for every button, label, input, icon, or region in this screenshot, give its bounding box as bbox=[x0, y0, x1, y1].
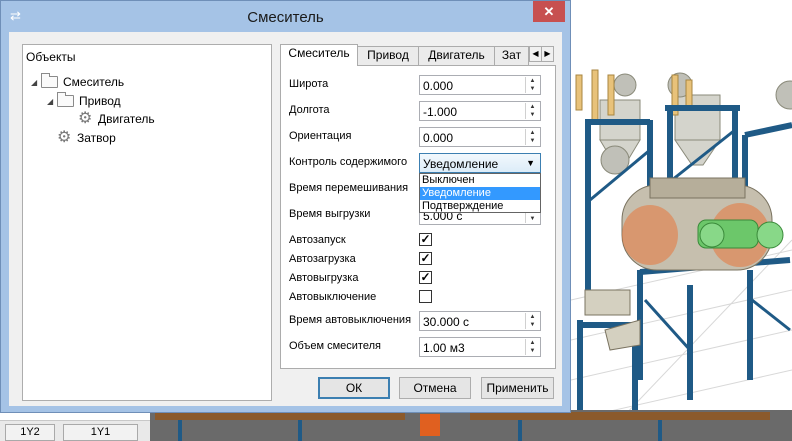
tab-mixer[interactable]: Смеситель bbox=[280, 44, 358, 66]
tree-item-label: Затвор bbox=[77, 131, 116, 145]
orientation-value: 0.000 bbox=[423, 131, 454, 145]
tree-header: Объекты bbox=[26, 50, 76, 64]
tree-item-label: Смеситель bbox=[63, 75, 125, 89]
mixer-volume-label: Объем смесителя bbox=[289, 340, 381, 352]
chevron-down-icon[interactable]: ▼ bbox=[526, 158, 535, 168]
mixer-dialog: ⇄ Смеситель ✕ Объекты ◢ Смеситель ◢ Прив… bbox=[0, 0, 571, 413]
autostart-checkbox[interactable]: ✓ bbox=[419, 233, 432, 246]
tab-scroll-right-icon[interactable]: ▶ bbox=[541, 46, 554, 62]
spin-arrows-icon[interactable]: ▲▼ bbox=[525, 77, 539, 93]
autoload-label: Автозагрузка bbox=[289, 253, 356, 265]
bottom-tab-1y2[interactable]: 1Y2 bbox=[5, 424, 55, 441]
cancel-button[interactable]: Отмена bbox=[399, 377, 471, 399]
expand-icon[interactable]: ◢ bbox=[47, 97, 57, 106]
spin-arrows-icon[interactable]: ▲▼ bbox=[525, 103, 539, 119]
folder-icon bbox=[41, 73, 58, 88]
gear-icon: ⚙ bbox=[57, 129, 72, 146]
autooff-time-field[interactable]: 30.000 с ▲ ▼ bbox=[419, 311, 541, 331]
dropdown-option-selected[interactable]: Уведомление bbox=[420, 187, 540, 200]
orientation-field[interactable]: 0.000 ▲ ▼ bbox=[419, 127, 541, 147]
mix-time-label: Время перемешивания bbox=[289, 182, 409, 194]
autounload-checkbox[interactable]: ✓ bbox=[419, 271, 432, 284]
gear-icon: ⚙ bbox=[78, 110, 93, 127]
latitude-value: 0.000 bbox=[423, 79, 454, 93]
tree-item-label: Двигатель bbox=[98, 112, 155, 126]
autoload-checkbox[interactable]: ✓ bbox=[419, 252, 432, 265]
autooff-time-value: 30.000 с bbox=[423, 315, 470, 329]
dialog-title: Смеситель bbox=[247, 9, 324, 26]
content-control-value: Уведомление bbox=[423, 157, 499, 171]
tab-shutter[interactable]: Зат bbox=[494, 46, 529, 65]
expand-icon[interactable]: ◢ bbox=[31, 78, 41, 87]
autooff-label: Автовыключение bbox=[289, 291, 377, 303]
tab-strip: Смеситель Привод Двигатель Зат ◀ ▶ bbox=[280, 44, 556, 66]
orientation-label: Ориентация bbox=[289, 130, 352, 142]
autostart-label: Автозапуск bbox=[289, 234, 346, 246]
object-tree[interactable]: Объекты ◢ Смеситель ◢ Привод ⚙ Двигатель… bbox=[22, 44, 272, 401]
longitude-label: Долгота bbox=[289, 104, 330, 116]
folder-icon bbox=[57, 92, 74, 107]
tree-item-mixer[interactable]: ◢ Смеситель bbox=[31, 73, 124, 91]
spin-arrows-icon[interactable]: ▲▼ bbox=[525, 129, 539, 145]
longitude-field[interactable]: -1.000 ▲ ▼ bbox=[419, 101, 541, 121]
bottom-tab-1y1[interactable]: 1Y1 bbox=[63, 424, 138, 441]
tab-drive[interactable]: Привод bbox=[357, 46, 419, 65]
content-control-label: Контроль содержимого bbox=[289, 156, 408, 168]
apply-button[interactable]: Применить bbox=[481, 377, 554, 399]
tree-item-drive[interactable]: ◢ Привод bbox=[47, 92, 121, 110]
tab-panel-mixer: Широта 0.000 ▲ ▼ Долгота -1.000 ▲ ▼ Ориент… bbox=[280, 65, 556, 369]
latitude-label: Широта bbox=[289, 78, 329, 90]
unload-time-label: Время выгрузки bbox=[289, 208, 371, 220]
titlebar[interactable]: ⇄ Смеситель ✕ bbox=[1, 1, 570, 32]
ok-button[interactable]: ОК bbox=[318, 377, 390, 399]
content-control-select[interactable]: Уведомление ▼ bbox=[419, 153, 541, 173]
tree-item-label: Привод bbox=[79, 94, 121, 108]
tab-engine[interactable]: Двигатель bbox=[418, 46, 495, 65]
autooff-checkbox[interactable] bbox=[419, 290, 432, 303]
spin-arrows-icon[interactable]: ▲▼ bbox=[525, 339, 539, 355]
mixer-volume-value: 1.00 м3 bbox=[423, 341, 465, 355]
spin-arrows-icon[interactable]: ▲▼ bbox=[525, 313, 539, 329]
dropdown-option[interactable]: Выключен bbox=[420, 174, 540, 187]
longitude-value: -1.000 bbox=[423, 105, 458, 119]
latitude-field[interactable]: 0.000 ▲ ▼ bbox=[419, 75, 541, 95]
tree-item-engine[interactable]: ⚙ Двигатель bbox=[78, 110, 155, 128]
content-control-dropdown[interactable]: Выключен Уведомление Подтверждение bbox=[419, 173, 541, 213]
close-button[interactable]: ✕ bbox=[533, 1, 565, 22]
mixer-volume-field[interactable]: 1.00 м3 ▲ ▼ bbox=[419, 337, 541, 357]
autooff-time-label: Время автовыключения bbox=[289, 314, 412, 326]
autounload-label: Автовыгрузка bbox=[289, 272, 359, 284]
tree-item-shutter[interactable]: ⚙ Затвор bbox=[57, 129, 116, 147]
dialog-client: Объекты ◢ Смеситель ◢ Привод ⚙ Двигатель… bbox=[9, 32, 562, 406]
dropdown-option[interactable]: Подтверждение bbox=[420, 200, 540, 213]
